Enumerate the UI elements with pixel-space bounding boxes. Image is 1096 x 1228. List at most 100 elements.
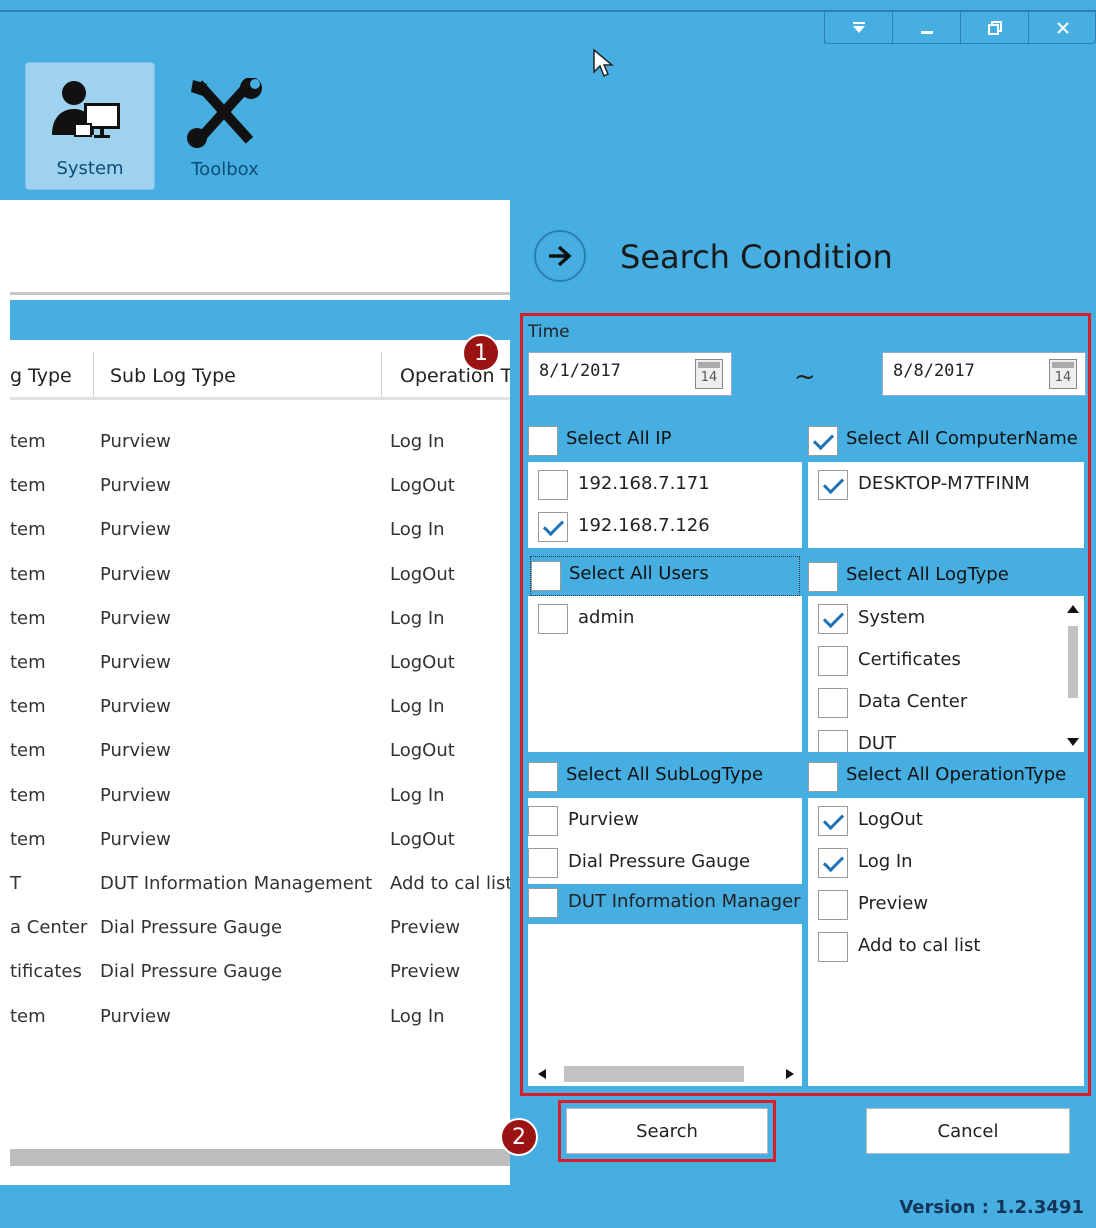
- logtype-checkbox[interactable]: [818, 646, 848, 676]
- table-row[interactable]: T DUT Information Management Add to cal li…: [0, 873, 512, 917]
- ip-checkbox[interactable]: [538, 512, 568, 542]
- table-row[interactable]: tem Purview LogOut: [0, 740, 510, 784]
- date-from-input[interactable]: 8/1/2017 14: [528, 352, 732, 396]
- sublogtype-checkbox[interactable]: [528, 806, 558, 836]
- table-row[interactable]: a Center Dial Pressure Gauge Preview: [0, 917, 510, 961]
- logtype-checkbox[interactable]: [818, 730, 848, 752]
- date-to-input[interactable]: 8/8/2017 14: [882, 352, 1086, 396]
- optype-checkbox[interactable]: [818, 932, 848, 962]
- column-header-sub-log-type[interactable]: Sub Log Type: [110, 365, 236, 387]
- table-cell: Log In: [390, 607, 445, 629]
- step-badge-2: 2: [500, 1118, 538, 1156]
- table-cell: a Center: [10, 917, 88, 939]
- select-all-sublogtype-checkbox[interactable]: [528, 762, 558, 792]
- panel-title: Search Condition: [620, 238, 893, 276]
- restore-icon[interactable]: [960, 12, 1028, 44]
- operationtype-list: LogOut Log In Preview Add to cal list: [808, 798, 1084, 1086]
- cancel-button[interactable]: Cancel: [866, 1108, 1070, 1154]
- table-cell: Log In: [390, 519, 445, 541]
- table-row[interactable]: tem Purview LogOut: [0, 475, 510, 519]
- select-all-sublogtype[interactable]: Select All SubLogType: [528, 756, 800, 796]
- table-row[interactable]: tem Purview Log In: [0, 519, 510, 563]
- table-cell: Dial Pressure Gauge: [100, 917, 283, 939]
- horizontal-scrollbar[interactable]: [536, 1066, 796, 1082]
- mouse-cursor-icon: [592, 48, 615, 82]
- table-row[interactable]: tificates Dial Pressure Gauge Preview: [0, 961, 510, 1005]
- table-cell: tem: [10, 784, 46, 806]
- table-row[interactable]: tem Purview LogOut: [0, 652, 510, 696]
- table-row[interactable]: tem Purview Log In: [0, 431, 510, 475]
- table-cell: Preview: [390, 961, 461, 983]
- system-button[interactable]: System: [25, 62, 155, 190]
- table-row[interactable]: tem Purview Log In: [0, 696, 510, 740]
- table-cell: tem: [10, 519, 46, 541]
- horizontal-scrollbar[interactable]: [10, 1149, 510, 1166]
- user-checkbox[interactable]: [538, 604, 568, 634]
- table-cell: LogOut: [390, 652, 455, 673]
- select-all-ip[interactable]: Select All IP: [528, 420, 800, 460]
- table-cell: LogOut: [390, 740, 455, 762]
- table-cell: tem: [10, 607, 46, 629]
- column-separator[interactable]: [381, 352, 382, 398]
- optype-checkbox[interactable]: [818, 848, 848, 878]
- sublogtype-checkbox[interactable]: [528, 888, 558, 918]
- status-bar: Version : 1.2.3491: [0, 1185, 1096, 1228]
- scroll-down-icon: [1067, 738, 1079, 746]
- search-button[interactable]: Search: [566, 1108, 768, 1154]
- table-row[interactable]: tem Purview Log In: [0, 608, 510, 652]
- window-controls: [824, 12, 1096, 44]
- list-item-sublogtype-selected[interactable]: DUT Information Manager: [528, 884, 802, 924]
- table-row[interactable]: tem Purview LogOut: [0, 564, 510, 608]
- logtype-checkbox[interactable]: [818, 688, 848, 718]
- calendar-icon[interactable]: 14: [1049, 359, 1077, 389]
- ip-checkbox[interactable]: [538, 470, 568, 500]
- select-all-computer-checkbox[interactable]: [808, 426, 838, 456]
- table-cell: Log In: [390, 784, 445, 806]
- grid-band: [10, 300, 510, 340]
- vertical-scrollbar[interactable]: [1066, 600, 1080, 748]
- collapse-arrow-icon[interactable]: [534, 230, 586, 282]
- column-separator[interactable]: [93, 352, 94, 398]
- table-cell: Purview: [100, 607, 171, 629]
- select-all-ip-checkbox[interactable]: [528, 426, 558, 456]
- select-all-logtype[interactable]: Select All LogType: [808, 556, 1084, 596]
- computer-list: DESKTOP-M7TFINM: [808, 462, 1084, 548]
- table-cell: tem: [10, 740, 46, 762]
- table-cell: Log In: [390, 696, 445, 718]
- table-cell: tem: [10, 696, 46, 718]
- scroll-thumb[interactable]: [1068, 626, 1078, 698]
- ip-list: 192.168.7.171 192.168.7.126: [528, 462, 802, 548]
- table-cell: Purview: [100, 652, 171, 673]
- date-to-value: 8/8/2017: [893, 361, 975, 381]
- table-cell: Purview: [100, 828, 171, 850]
- table-row[interactable]: tem Purview Log In: [0, 1006, 510, 1050]
- logtype-checkbox[interactable]: [818, 604, 848, 634]
- column-header-log-type[interactable]: g Type: [10, 365, 72, 387]
- sublogtype-checkbox[interactable]: [528, 848, 558, 878]
- select-all-operationtype[interactable]: Select All OperationType: [808, 756, 1084, 796]
- optype-checkbox[interactable]: [818, 890, 848, 920]
- minimize-icon[interactable]: [892, 12, 960, 44]
- select-all-computer-name[interactable]: Select All ComputerName: [808, 420, 1084, 460]
- select-all-users[interactable]: Select All Users: [530, 556, 800, 596]
- table-cell: tem: [10, 431, 46, 452]
- column-header-operation-type[interactable]: Operation T: [400, 365, 512, 387]
- select-all-logtype-checkbox[interactable]: [808, 562, 838, 592]
- table-cell: DUT Information Management: [100, 873, 373, 894]
- table-row[interactable]: tem Purview LogOut: [0, 829, 510, 873]
- table-cell: tificates: [10, 961, 82, 983]
- computer-checkbox[interactable]: [818, 470, 848, 500]
- table-cell: Log In: [390, 1005, 445, 1027]
- scroll-thumb[interactable]: [564, 1066, 744, 1082]
- dropdown-icon[interactable]: [824, 12, 892, 44]
- select-all-optype-checkbox[interactable]: [808, 762, 838, 792]
- toolbox-button[interactable]: Toolbox: [160, 62, 290, 190]
- table-cell: Purview: [100, 1005, 171, 1027]
- calendar-icon[interactable]: 14: [695, 359, 723, 389]
- table-cell: Dial Pressure Gauge: [100, 961, 283, 983]
- table-row[interactable]: tem Purview Log In: [0, 785, 510, 829]
- close-icon[interactable]: [1028, 12, 1096, 44]
- select-all-users-checkbox[interactable]: [531, 561, 561, 591]
- optype-checkbox[interactable]: [818, 806, 848, 836]
- ribbon-toolbar: System Toolbox: [0, 0, 1096, 200]
